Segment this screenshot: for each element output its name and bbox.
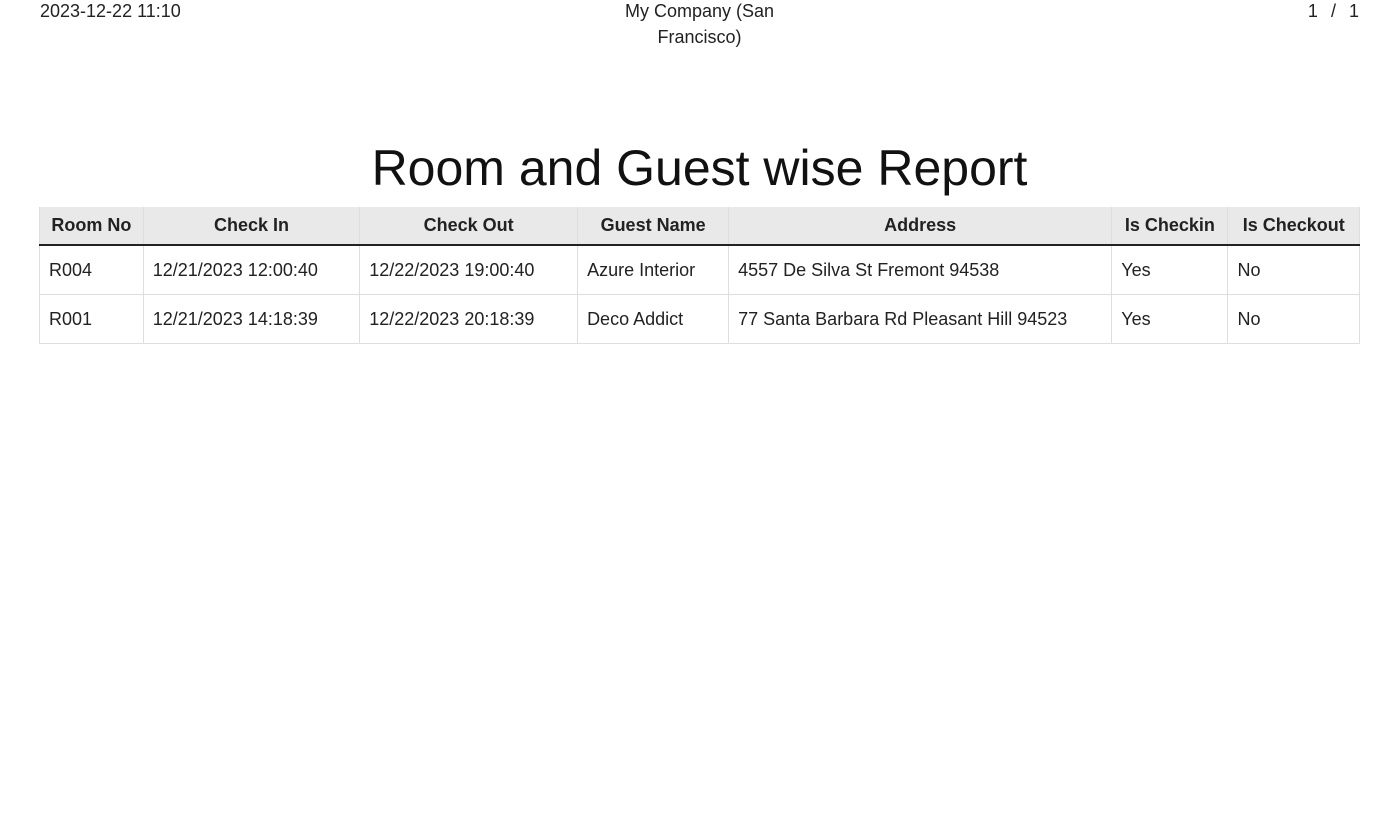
cell-address: 4557 De Silva St Fremont 94538 [728, 244, 1113, 295]
page-counter: 1 / 1 [1308, 0, 1359, 24]
column-header-address: Address [728, 207, 1113, 246]
column-header-guest-name: Guest Name [577, 207, 730, 246]
company-name: My Company (San Francisco) [624, 1, 775, 47]
column-header-room-no: Room No [39, 207, 144, 246]
cell-is-checkin: Yes [1111, 294, 1229, 344]
cell-guest-name: Azure Interior [577, 244, 730, 295]
cell-address: 77 Santa Barbara Rd Pleasant Hill 94523 [728, 294, 1113, 344]
report-title: Room and Guest wise Report [371, 140, 1028, 196]
column-header-check-out: Check Out [359, 207, 579, 246]
cell-check-in: 12/21/2023 14:18:39 [142, 294, 361, 344]
cell-check-out: 12/22/2023 19:00:40 [359, 244, 579, 295]
page-separator: / [1330, 1, 1336, 21]
column-header-check-in: Check In [142, 207, 361, 246]
table-row: R004 12/21/2023 12:00:40 12/22/2023 19:0… [39, 244, 1360, 295]
table-body: R004 12/21/2023 12:00:40 12/22/2023 19:0… [39, 244, 1360, 344]
column-header-is-checkout: Is Checkout [1227, 207, 1360, 246]
table-row: R001 12/21/2023 14:18:39 12/22/2023 20:1… [39, 294, 1360, 344]
cell-check-out: 12/22/2023 20:18:39 [359, 294, 579, 344]
page-header: 2023-12-22 11:10 My Company (San Francis… [40, 0, 1359, 60]
cell-guest-name: Deco Addict [577, 294, 730, 344]
report-table: Room No Check In Check Out Guest Name Ad… [39, 207, 1360, 344]
cell-is-checkout: No [1227, 244, 1360, 295]
cell-room-no: R004 [39, 244, 144, 295]
cell-room-no: R001 [39, 294, 144, 344]
header-row: Room No Check In Check Out Guest Name Ad… [39, 207, 1360, 246]
cell-is-checkout: No [1227, 294, 1360, 344]
print-datetime: 2023-12-22 11:10 [40, 1, 181, 21]
cell-check-in: 12/21/2023 12:00:40 [142, 244, 361, 295]
column-header-is-checkin: Is Checkin [1111, 207, 1229, 246]
page-current: 1 [1307, 1, 1318, 21]
page-total: 1 [1348, 1, 1359, 21]
cell-is-checkin: Yes [1111, 244, 1229, 295]
table-header: Room No Check In Check Out Guest Name Ad… [39, 207, 1360, 246]
